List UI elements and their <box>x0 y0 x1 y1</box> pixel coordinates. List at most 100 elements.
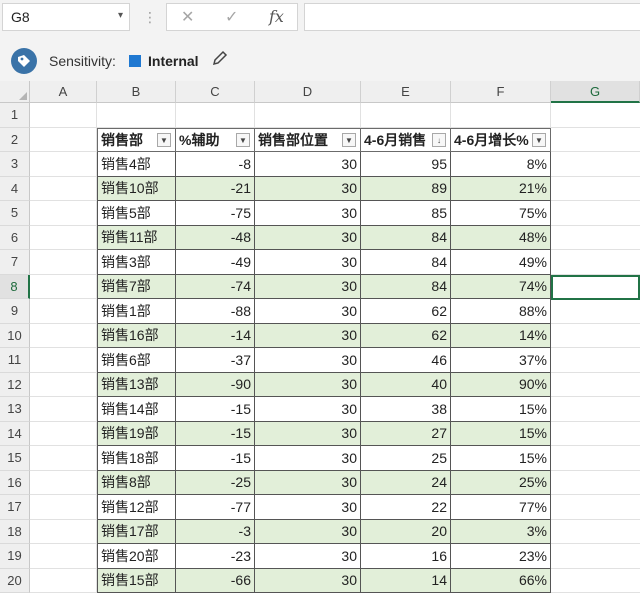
table-cell[interactable]: 90% <box>451 373 551 398</box>
insert-function-icon[interactable]: fx <box>269 7 284 26</box>
enter-icon[interactable]: ✓ <box>225 7 238 27</box>
column-header-b[interactable]: B <box>97 81 176 103</box>
row-header-7[interactable]: 7 <box>0 250 30 275</box>
table-cell[interactable]: 14 <box>361 569 451 593</box>
table-cell[interactable]: 销售12部 <box>97 495 176 520</box>
table-cell[interactable]: 30 <box>255 177 361 202</box>
row-header-6[interactable]: 6 <box>0 226 30 251</box>
row-header-3[interactable]: 3 <box>0 152 30 177</box>
row-header-11[interactable]: 11 <box>0 348 30 373</box>
table-cell[interactable]: 15% <box>451 422 551 447</box>
row-header-8[interactable]: 8 <box>0 275 30 300</box>
table-cell[interactable]: -37 <box>176 348 255 373</box>
table-cell[interactable]: 62 <box>361 299 451 324</box>
table-cell[interactable]: -90 <box>176 373 255 398</box>
row-header-19[interactable]: 19 <box>0 544 30 569</box>
table-cell[interactable]: 88% <box>451 299 551 324</box>
table-cell[interactable]: 销售7部 <box>97 275 176 300</box>
table-cell[interactable]: 84 <box>361 275 451 300</box>
sensitivity-tag-icon[interactable] <box>11 48 37 74</box>
sensitivity-value[interactable]: Internal <box>148 53 199 69</box>
table-cell[interactable]: -25 <box>176 471 255 496</box>
table-cell[interactable]: 销售19部 <box>97 422 176 447</box>
table-cell[interactable]: 75% <box>451 201 551 226</box>
table-cell[interactable]: 48% <box>451 226 551 251</box>
row-header-5[interactable]: 5 <box>0 201 30 226</box>
table-cell[interactable]: 37% <box>451 348 551 373</box>
table-cell[interactable]: -77 <box>176 495 255 520</box>
table-cell[interactable]: 15% <box>451 397 551 422</box>
row-header-1[interactable]: 1 <box>0 103 30 128</box>
table-cell[interactable]: 21% <box>451 177 551 202</box>
table-cell[interactable]: 销售11部 <box>97 226 176 251</box>
row-header-10[interactable]: 10 <box>0 324 30 349</box>
table-cell[interactable]: 销售14部 <box>97 397 176 422</box>
formula-input[interactable] <box>304 3 640 31</box>
name-box[interactable]: G8 ▾ <box>2 3 130 31</box>
table-cell[interactable]: 27 <box>361 422 451 447</box>
table-cell[interactable]: 销售6部 <box>97 348 176 373</box>
table-cell[interactable]: 销售15部 <box>97 569 176 593</box>
table-cell[interactable]: 30 <box>255 275 361 300</box>
table-cell[interactable]: 30 <box>255 201 361 226</box>
row-header-17[interactable]: 17 <box>0 495 30 520</box>
row-header-20[interactable]: 20 <box>0 569 30 593</box>
table-cell[interactable]: 销售17部 <box>97 520 176 545</box>
table-cell[interactable]: -49 <box>176 250 255 275</box>
table-cell[interactable]: 14% <box>451 324 551 349</box>
table-cell[interactable]: -75 <box>176 201 255 226</box>
table-cell[interactable]: -15 <box>176 422 255 447</box>
table-header-cell[interactable]: 4-6月增长%▼ <box>451 128 551 153</box>
table-cell[interactable]: 3% <box>451 520 551 545</box>
table-cell[interactable]: 30 <box>255 299 361 324</box>
table-header-cell[interactable]: 4-6月销售↓ <box>361 128 451 153</box>
table-cell[interactable]: 销售16部 <box>97 324 176 349</box>
row-header-18[interactable]: 18 <box>0 520 30 545</box>
table-cell[interactable]: 销售20部 <box>97 544 176 569</box>
table-cell[interactable]: 30 <box>255 226 361 251</box>
row-header-15[interactable]: 15 <box>0 446 30 471</box>
table-cell[interactable]: 95 <box>361 152 451 177</box>
table-cell[interactable]: -23 <box>176 544 255 569</box>
table-cell[interactable]: -14 <box>176 324 255 349</box>
select-all-corner[interactable] <box>0 81 30 103</box>
table-cell[interactable]: 30 <box>255 422 361 447</box>
table-cell[interactable]: 16 <box>361 544 451 569</box>
table-cell[interactable]: 30 <box>255 520 361 545</box>
edit-pencil-icon[interactable] <box>212 50 228 71</box>
column-header-e[interactable]: E <box>361 81 451 103</box>
table-cell[interactable]: 46 <box>361 348 451 373</box>
column-header-d[interactable]: D <box>255 81 361 103</box>
table-cell[interactable]: 销售5部 <box>97 201 176 226</box>
table-cell[interactable]: 38 <box>361 397 451 422</box>
row-header-12[interactable]: 12 <box>0 373 30 398</box>
table-cell[interactable]: 销售10部 <box>97 177 176 202</box>
row-header-9[interactable]: 9 <box>0 299 30 324</box>
table-cell[interactable]: 30 <box>255 495 361 520</box>
row-header-4[interactable]: 4 <box>0 177 30 202</box>
row-header-14[interactable]: 14 <box>0 422 30 447</box>
table-cell[interactable]: 77% <box>451 495 551 520</box>
table-cell[interactable]: -66 <box>176 569 255 593</box>
column-header-f[interactable]: F <box>451 81 551 103</box>
table-cell[interactable]: 66% <box>451 569 551 593</box>
table-cell[interactable]: 25% <box>451 471 551 496</box>
table-cell[interactable]: -88 <box>176 299 255 324</box>
worksheet[interactable]: ABCDEFG1234567891011121314151617181920销售… <box>0 81 640 592</box>
row-header-2[interactable]: 2 <box>0 128 30 153</box>
table-cell[interactable]: 30 <box>255 373 361 398</box>
table-cell[interactable]: 30 <box>255 397 361 422</box>
table-cell[interactable]: 20 <box>361 520 451 545</box>
table-cell[interactable]: 销售3部 <box>97 250 176 275</box>
table-cell[interactable]: 84 <box>361 250 451 275</box>
table-cell[interactable]: 销售4部 <box>97 152 176 177</box>
table-cell[interactable]: 74% <box>451 275 551 300</box>
table-header-cell[interactable]: 销售部位置▼ <box>255 128 361 153</box>
table-cell[interactable]: 销售8部 <box>97 471 176 496</box>
table-cell[interactable]: 15% <box>451 446 551 471</box>
filter-dropdown-icon[interactable]: ▼ <box>157 133 171 147</box>
table-header-cell[interactable]: 销售部▼ <box>97 128 176 153</box>
table-cell[interactable]: 84 <box>361 226 451 251</box>
table-cell[interactable]: 30 <box>255 250 361 275</box>
row-header-16[interactable]: 16 <box>0 471 30 496</box>
